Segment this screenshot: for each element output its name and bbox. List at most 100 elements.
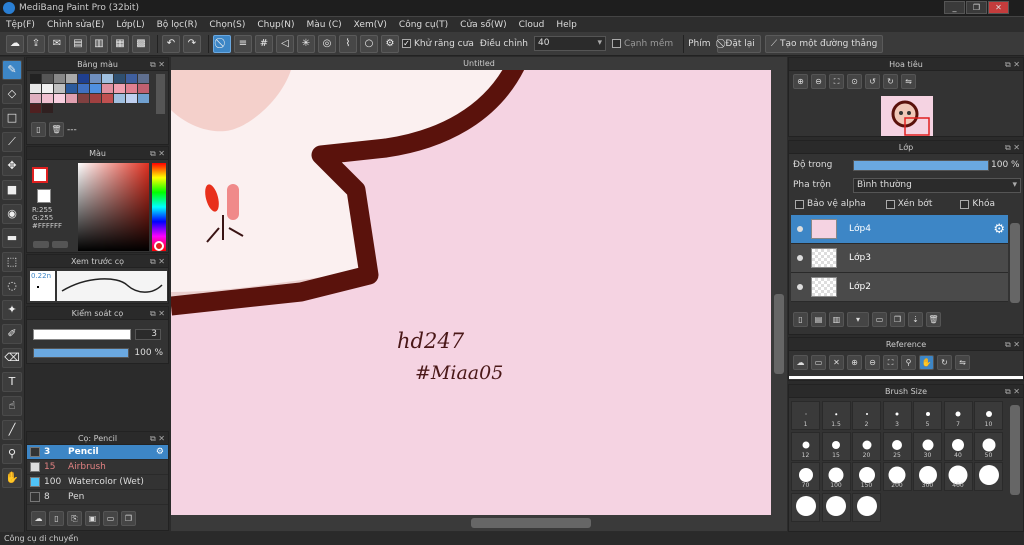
palette-swatch[interactable]	[90, 84, 101, 93]
navigator-thumbnail[interactable]	[881, 96, 933, 136]
brush-size-slider[interactable]	[33, 329, 131, 340]
menu-edit[interactable]: Chỉnh sửa(E)	[41, 20, 110, 30]
reference-flip-icon[interactable]: ⇋	[955, 355, 970, 370]
brush-item-airbrush[interactable]: 15 Airbrush	[27, 460, 168, 475]
brush-size-cell[interactable]: 10	[974, 401, 1003, 430]
palette-swatch[interactable]	[66, 84, 77, 93]
palette-swatch[interactable]	[42, 94, 53, 103]
add-layer-menu-icon[interactable]: ▾	[847, 312, 869, 327]
canvas-horizontal-scrollbar[interactable]	[171, 515, 787, 531]
new-palette-icon[interactable]: ▯	[31, 122, 46, 137]
fill-rect-tool-icon[interactable]: ■	[2, 180, 22, 200]
panel-popout-icon[interactable]: ⧉ ✕	[150, 147, 165, 160]
layer-merge-icon[interactable]: ⇣	[908, 312, 923, 327]
fit-icon[interactable]: ⛶	[829, 74, 844, 89]
gear-icon[interactable]: ⚙	[156, 447, 164, 457]
menu-filter[interactable]: Bộ lọc(R)	[151, 20, 204, 30]
brush-size-cell[interactable]: 2	[852, 401, 881, 430]
undo-icon[interactable]: ↶	[162, 34, 180, 53]
menu-snap[interactable]: Chụp(N)	[251, 20, 300, 30]
snap-settings-icon[interactable]: ⚙	[381, 34, 399, 53]
color-sv-picker[interactable]	[78, 163, 149, 251]
zoom-in-icon[interactable]: ⊕	[793, 74, 808, 89]
snap-curve-icon[interactable]: ⌇	[339, 34, 357, 53]
straight-line-button[interactable]: ⟋ Tạo một đường thẳng	[764, 34, 884, 53]
upload-icon[interactable]: ⇪	[27, 34, 45, 53]
brush-size-cell[interactable]: 200	[882, 462, 912, 491]
reference-fit-icon[interactable]: ⛶	[883, 355, 898, 370]
menu-help[interactable]: Help	[550, 20, 583, 30]
panel-popout-icon[interactable]: ⧉ ✕	[150, 255, 165, 268]
brush-size-cell[interactable]	[821, 492, 851, 522]
palette-swatch[interactable]	[114, 94, 125, 103]
brush-size-cell[interactable]: 20	[852, 431, 881, 461]
palette-swatch[interactable]	[90, 94, 101, 103]
brush-size-cell[interactable]	[974, 462, 1003, 491]
add-color-button[interactable]	[33, 241, 49, 248]
brush-size-cell[interactable]: 70	[791, 462, 820, 491]
layer-copy-icon[interactable]: ❐	[890, 312, 905, 327]
brush-size-cell[interactable]: 30	[913, 431, 942, 461]
brush-copy-icon[interactable]: ⎘	[67, 511, 82, 526]
palette-swatch[interactable]	[78, 84, 89, 93]
palette-swatch[interactable]	[54, 84, 65, 93]
menu-color[interactable]: Màu (C)	[301, 20, 348, 30]
palette-swatch[interactable]	[30, 74, 41, 83]
hand-tool-icon[interactable]: ✋	[2, 468, 22, 488]
palette-swatch[interactable]	[42, 84, 53, 93]
palette-swatch[interactable]	[138, 84, 149, 93]
clipping-checkbox[interactable]	[885, 199, 895, 209]
layer-folder-icon[interactable]: ▭	[872, 312, 887, 327]
reset-button[interactable]: ⃠ Đặt lại	[716, 34, 761, 53]
palette-swatch[interactable]	[30, 84, 41, 93]
palette-scrollbar[interactable]	[156, 74, 165, 114]
rotate-right-icon[interactable]: ↻	[883, 74, 898, 89]
actual-size-icon[interactable]: ⊙	[847, 74, 862, 89]
layer-row-2[interactable]: Lớp2	[791, 273, 1008, 302]
brush-size-cell[interactable]: 15	[821, 431, 851, 461]
palette-swatch[interactable]	[66, 74, 77, 83]
menu-layer[interactable]: Lớp(L)	[110, 20, 150, 30]
restore-button[interactable]: ❐	[966, 1, 987, 14]
palette-swatch[interactable]	[54, 74, 65, 83]
eraser-tool-icon[interactable]: ◇	[2, 84, 22, 104]
palette-swatch[interactable]	[114, 84, 125, 93]
blend-mode-select[interactable]: Bình thường	[853, 178, 1021, 193]
brush-cloud-icon[interactable]: ☁	[31, 511, 46, 526]
pen-tool-icon[interactable]: ⟋	[2, 132, 22, 152]
layer-scrollbar[interactable]	[1010, 223, 1020, 303]
palette-swatch[interactable]	[138, 94, 149, 103]
rotate-left-icon[interactable]: ↺	[865, 74, 880, 89]
document-tab[interactable]: Untitled	[171, 57, 787, 70]
operation-tool-icon[interactable]: ☝	[2, 396, 22, 416]
palette-swatch[interactable]	[30, 94, 41, 103]
reference-rotate-icon[interactable]: ↻	[937, 355, 952, 370]
select-tool-icon[interactable]: ⬚	[2, 252, 22, 272]
panel-popout-icon[interactable]: ⧉ ✕	[150, 307, 165, 320]
palette-swatch[interactable]	[126, 74, 137, 83]
layer-row-4[interactable]: Lớp4 ⚙	[791, 215, 1008, 244]
brush-size-cell[interactable]: 12	[791, 431, 820, 461]
brush-size-cell[interactable]: 3	[882, 401, 912, 430]
swap-color-button[interactable]	[52, 241, 68, 248]
reference-eyedropper-icon[interactable]: ⚲	[901, 355, 916, 370]
reference-close-icon[interactable]: ✕	[829, 355, 844, 370]
lasso-tool-icon[interactable]: ◌	[2, 276, 22, 296]
palette-swatch[interactable]	[42, 104, 53, 113]
redo-icon[interactable]: ↷	[183, 34, 201, 53]
hue-slider[interactable]	[152, 163, 166, 251]
palette-swatch[interactable]	[114, 74, 125, 83]
grid-icon[interactable]: ▩	[132, 34, 150, 53]
palette-swatch[interactable]	[102, 84, 113, 93]
foreground-color-swatch[interactable]	[32, 167, 48, 183]
palette-swatch[interactable]	[30, 104, 41, 113]
reference-open-icon[interactable]: ▭	[811, 355, 826, 370]
lock-checkbox[interactable]	[960, 199, 970, 209]
snap-circle-icon[interactable]: ○	[360, 34, 378, 53]
cloud-icon[interactable]: ☁	[6, 34, 24, 53]
brush-size-cell[interactable]: 7	[943, 401, 973, 430]
hue-handle[interactable]	[154, 241, 164, 251]
brush-settings-icon[interactable]: ▣	[85, 511, 100, 526]
menu-tools[interactable]: Công cụ(T)	[393, 20, 454, 30]
brush-size-cell[interactable]	[791, 492, 820, 522]
